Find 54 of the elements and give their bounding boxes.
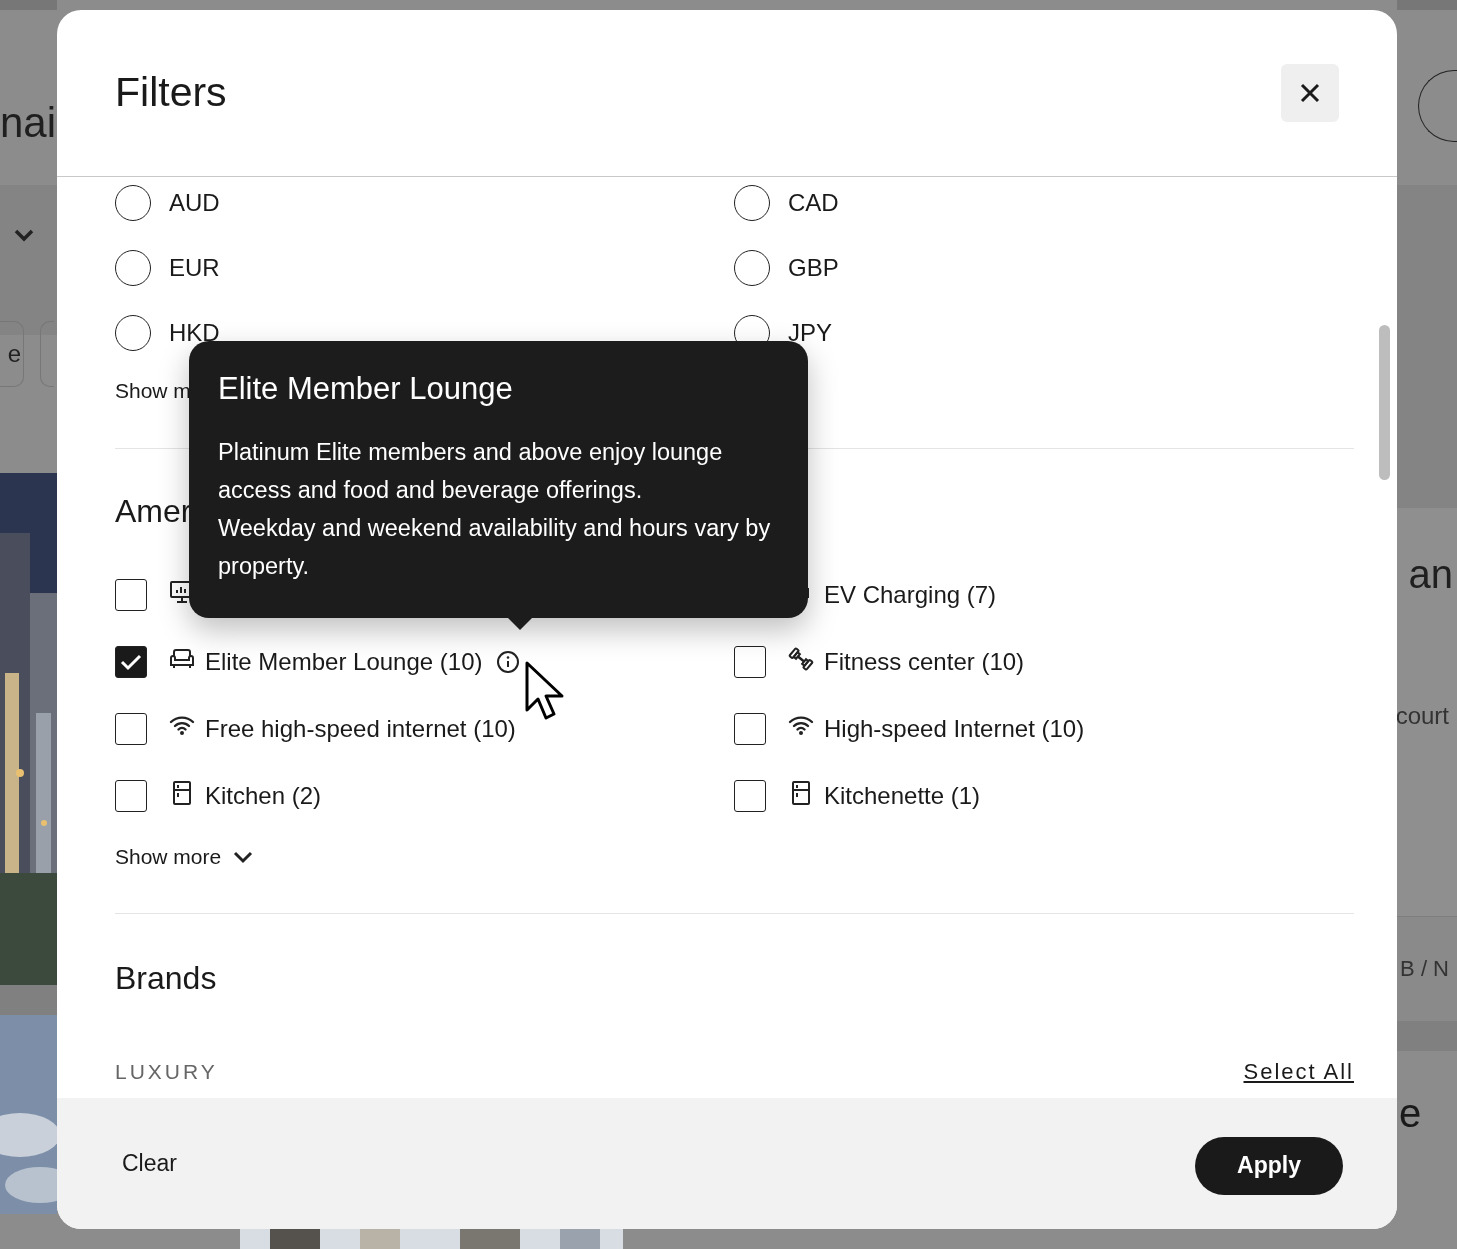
checkbox[interactable] [734, 779, 766, 812]
option-label: JPY [788, 318, 832, 347]
info-button[interactable] [496, 649, 521, 674]
card-footer-text: B / N [1400, 956, 1449, 982]
option-label: HKD [169, 318, 220, 347]
close-button[interactable] [1281, 64, 1339, 122]
apply-button[interactable]: Apply [1195, 1136, 1343, 1195]
chevron-down-icon [233, 850, 254, 864]
card-title: e [1399, 1091, 1422, 1136]
checkbox[interactable] [734, 645, 766, 678]
mouse-pointer-icon [524, 660, 566, 722]
option-label: AUD [169, 188, 220, 217]
radio-button[interactable] [115, 184, 151, 221]
radio-button[interactable] [115, 314, 151, 351]
page-background [0, 985, 57, 1015]
tooltip-text: Platinum Elite members and above enjoy lounge access and food and beverage offerings. [218, 438, 724, 505]
tooltip-title: Elite Member Lounge [218, 371, 514, 407]
amenity-label: EV Charging (7) [824, 580, 997, 609]
filter-chip[interactable]: e [0, 321, 24, 387]
checkbox[interactable] [115, 645, 147, 678]
select-all-link[interactable]: Select All [1243, 1059, 1354, 1085]
scrollbar[interactable] [1379, 325, 1390, 480]
option-label: GBP [788, 253, 839, 282]
chevron-down-icon [13, 228, 35, 242]
card-title: an [1408, 552, 1453, 597]
amenity-label: Kitchenette (1) [824, 781, 981, 810]
show-more-link[interactable]: Show m [115, 377, 191, 405]
radio-button[interactable] [734, 249, 770, 286]
show-more-link[interactable]: Show more [115, 843, 254, 871]
section-heading: Brands [115, 959, 217, 998]
amenity-label: Kitchen (2) [205, 781, 322, 810]
radio-button[interactable] [734, 184, 770, 221]
checkbox[interactable] [115, 578, 147, 611]
dumbbell-icon [788, 645, 814, 672]
amenity-label: Elite Member Lounge (10) [205, 647, 483, 676]
option-label: CAD [788, 188, 839, 217]
info-icon [496, 649, 521, 674]
amenity-label: Free high-speed internet (10) [205, 714, 516, 743]
radio-button[interactable] [115, 249, 151, 286]
amenity-label: Fitness center (10) [824, 647, 1025, 676]
tooltip-text: Weekday and weekend availability and hours vary by property. [218, 514, 772, 581]
checkbox[interactable] [734, 712, 766, 745]
amenity-label: High-speed Internet (10) [824, 714, 1085, 743]
card-text: court [1397, 702, 1449, 730]
checkbox[interactable] [115, 779, 147, 812]
close-icon [1300, 83, 1320, 103]
checkbox[interactable] [115, 712, 147, 745]
section-heading: Amer [115, 492, 192, 531]
checkmark-icon [120, 652, 142, 671]
option-label: EUR [169, 253, 220, 282]
group-label: LUXURY [115, 1060, 218, 1084]
clear-button[interactable]: Clear [122, 1150, 177, 1177]
dialog-title: Filters [115, 68, 227, 116]
page-heading: nai [0, 98, 57, 147]
